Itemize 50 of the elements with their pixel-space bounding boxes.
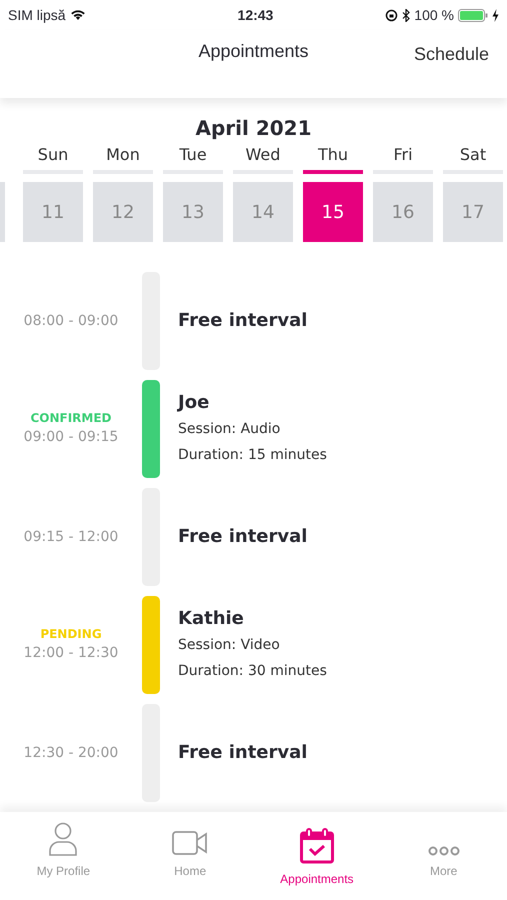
day-cell[interactable] [0,182,5,242]
weekday-label: Wed [246,144,280,166]
weekday-label: Thu [318,144,348,166]
charging-icon [492,8,499,22]
weekday-label: Sat [460,144,486,166]
video-camera-icon [172,830,208,856]
bluetooth-icon [402,8,410,22]
person-icon [49,822,78,856]
day-cell[interactable]: 11 [23,182,83,242]
page-title: Appointments [198,40,309,63]
day-cell[interactable]: 13 [163,182,223,242]
calendar-check-icon [300,828,334,864]
status-label: CONFIRMED [30,410,112,426]
time-range: 08:00 - 09:00 [24,312,118,331]
duration-text: Duration: 30 minutes [178,662,327,681]
session-text: Session: Audio [178,420,282,439]
time-range: 09:00 - 09:15 [24,428,118,447]
more-icon [428,846,460,856]
clock-text: 12:43 [236,6,274,24]
month-title: April 2021 [194,116,312,140]
battery-text: 100 % [414,6,454,24]
client-name: Joe [178,391,210,415]
battery-icon [458,8,488,22]
duration-text: Duration: 15 minutes [178,446,327,465]
carrier-text: SIM lipsă [8,6,66,25]
tab-item[interactable]: My Profile [0,812,127,900]
time-range: 12:30 - 20:00 [24,744,118,763]
weekday-label: Fri [393,144,413,166]
time-range: 12:00 - 12:30 [24,644,118,663]
weekday-label: Mon [106,144,140,166]
client-name: Kathie [178,607,245,631]
weekday-label: Sun [38,144,68,166]
day-cell[interactable]: 14 [233,182,293,242]
tab-item[interactable]: Appointments [254,812,380,900]
time-range: 09:15 - 12:00 [24,528,118,547]
rotation-lock-icon [385,8,398,22]
day-cell[interactable]: 15 [303,182,363,242]
schedule-button[interactable]: Schedule [414,41,489,68]
free-interval-text: Free interval [178,525,308,549]
tab-item[interactable]: Home [126,812,254,900]
tab-item[interactable]: More [380,812,507,900]
day-cell[interactable]: 17 [443,182,503,242]
day-cell[interactable]: 16 [373,182,433,242]
status-label: PENDING [40,626,102,642]
free-interval-text: Free interval [178,741,308,765]
weekday-label: Tue [179,144,207,166]
session-text: Session: Video [178,636,281,655]
wifi-icon [70,9,86,21]
free-interval-text: Free interval [178,309,308,333]
day-cell[interactable]: 12 [93,182,153,242]
